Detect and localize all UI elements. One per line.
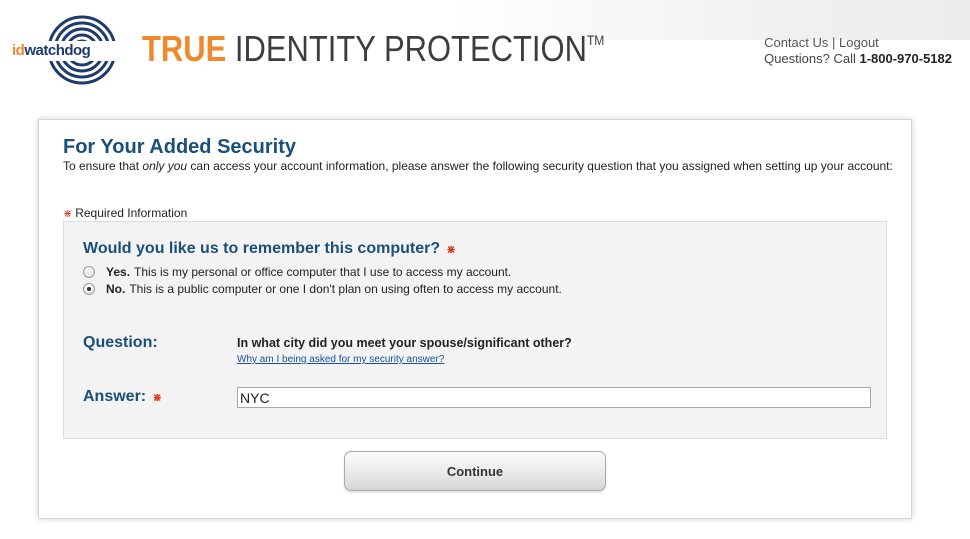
remember-option-yes[interactable]: Yes. This is my personal or office compu…: [83, 265, 511, 279]
answer-label-text: Answer:: [83, 388, 147, 405]
required-info-note: ⋇ Required Information: [63, 206, 187, 220]
security-question: In what city did you meet your spouse/si…: [237, 336, 572, 350]
brand-true: TRUE: [142, 28, 227, 69]
idwatchdog-logo[interactable]: idwatchdog: [12, 14, 124, 86]
continue-button[interactable]: Continue: [344, 451, 606, 491]
intro-text: To ensure that only you can access your …: [63, 158, 893, 174]
contact-us-link[interactable]: Contact Us: [764, 35, 828, 50]
page-title: For Your Added Security: [63, 136, 296, 158]
required-info-label: Required Information: [75, 206, 188, 220]
header-links: Contact Us | Logout Questions? Call 1-80…: [764, 35, 952, 67]
remember-computer-heading: Would you like us to remember this compu…: [83, 240, 459, 258]
security-form: Would you like us to remember this compu…: [63, 221, 887, 439]
option-no-label: No.: [106, 282, 126, 296]
remember-question-text: Would you like us to remember this compu…: [83, 240, 441, 257]
questions-label: Questions? Call: [764, 51, 860, 66]
intro-text-part: can access your account information, ple…: [187, 159, 893, 173]
option-no-description: This is a public computer or one I don't…: [129, 282, 562, 296]
answer-input[interactable]: [237, 387, 871, 408]
link-separator: |: [832, 35, 836, 50]
trademark-mark: TM: [586, 32, 605, 48]
required-icon: ⋇: [63, 208, 73, 220]
logo-wordmark: idwatchdog: [12, 42, 91, 59]
radio-yes[interactable]: [83, 266, 95, 278]
logo-id-text: id: [12, 42, 25, 59]
phone-number[interactable]: 1-800-970-5182: [859, 51, 952, 66]
required-icon: ⋇: [446, 244, 456, 256]
brand-title: TRUE IDENTITY PROTECTIONTM: [142, 28, 604, 70]
required-icon: ⋇: [152, 392, 162, 404]
option-yes-label: Yes.: [106, 265, 131, 279]
logout-link[interactable]: Logout: [839, 35, 879, 50]
question-label: Question:: [83, 334, 158, 351]
logo-watchdog-text: watchdog: [24, 42, 91, 59]
intro-text-part: To ensure that: [63, 159, 143, 173]
why-asked-link[interactable]: Why am I being asked for my security ans…: [237, 354, 444, 365]
page-header: idwatchdog TRUE IDENTITY PROTECTIONTM Co…: [0, 0, 970, 100]
radio-no[interactable]: [83, 283, 95, 295]
option-yes-description: This is my personal or office computer t…: [134, 265, 512, 279]
remember-option-no[interactable]: No. This is a public computer or one I d…: [83, 282, 562, 296]
intro-emphasis: only you: [142, 159, 188, 173]
answer-label: Answer: ⋇: [83, 388, 165, 406]
security-panel: For Your Added Security To ensure that o…: [38, 119, 912, 519]
brand-identity-protection: IDENTITY PROTECTION: [226, 28, 587, 69]
